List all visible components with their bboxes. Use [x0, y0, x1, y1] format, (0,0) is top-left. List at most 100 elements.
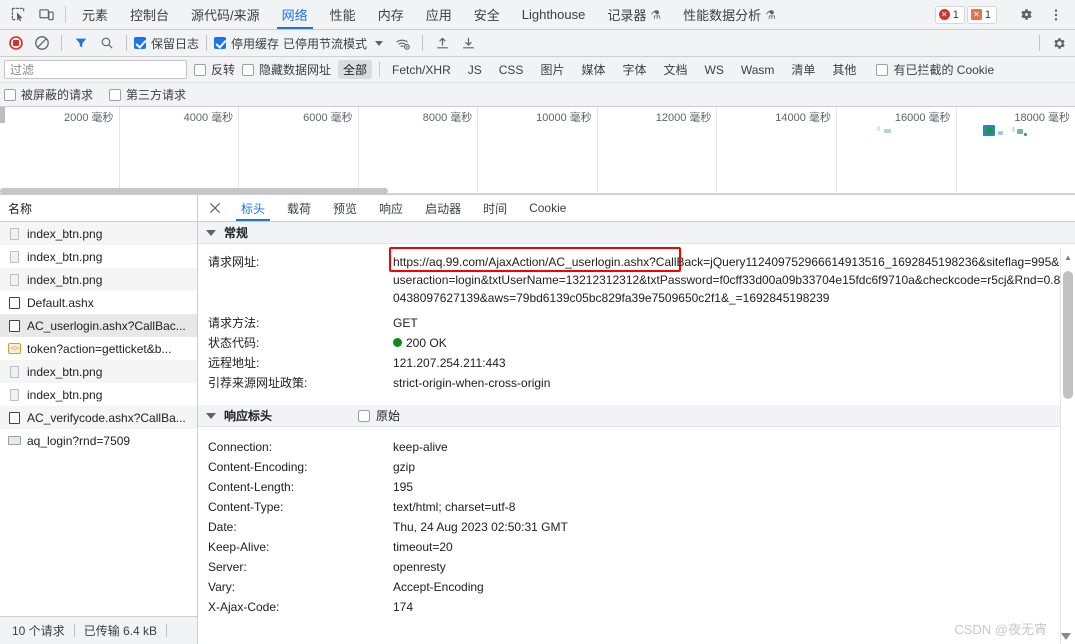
status-divider [166, 624, 168, 637]
tab-performance-insights[interactable]: 性能数据分析 ⚗ [672, 0, 787, 29]
network-toolbar: 保留日志 停用缓存 已停用节流模式 [0, 30, 1075, 57]
throttling-value[interactable]: 已停用节流模式 [281, 35, 367, 52]
clear-network-icon[interactable] [30, 32, 54, 54]
filter-funnel-icon[interactable] [69, 32, 93, 54]
checkbox-box[interactable] [358, 409, 371, 422]
third-party-requests-checkbox[interactable]: 第三方请求 [109, 86, 186, 103]
more-vertical-icon[interactable] [1042, 8, 1070, 22]
device-toolbar-icon[interactable] [32, 0, 60, 29]
filter-type-wasm[interactable]: Wasm [736, 62, 780, 78]
filter-type-fetch-xhr[interactable]: Fetch/XHR [387, 62, 456, 78]
invert-checkbox[interactable]: 反转 [194, 61, 235, 78]
tab-memory[interactable]: 内存 [367, 0, 415, 29]
scroll-up-arrow-icon[interactable]: ▲ [1061, 249, 1075, 265]
detail-vertical-scrollbar[interactable]: ▲ [1060, 249, 1075, 644]
request-row-9[interactable]: aq_login?rnd=7509 [0, 429, 197, 452]
close-icon[interactable] [200, 195, 230, 221]
document-file-icon [8, 319, 21, 332]
checkbox-box[interactable] [194, 63, 206, 76]
hide-data-urls-checkbox[interactable]: 隐藏数据网址 [242, 61, 331, 78]
checkbox-box[interactable] [876, 63, 889, 76]
document-file-icon [8, 296, 21, 309]
warning-count-badge[interactable]: ✕ 1 [966, 5, 997, 24]
chevron-down-icon[interactable] [206, 412, 216, 419]
overview-request-bar [876, 126, 880, 131]
tab-elements[interactable]: 元素 [71, 0, 119, 29]
filter-type-doc[interactable]: 文档 [658, 60, 692, 79]
blocked-requests-checkbox[interactable]: 被屏蔽的请求 [4, 86, 93, 103]
error-count-badge[interactable]: ✕ 1 [934, 5, 965, 24]
tab-payload[interactable]: 载荷 [276, 195, 322, 221]
export-har-icon[interactable] [456, 32, 480, 54]
network-overview-timeline[interactable]: 2000 毫秒 4000 毫秒 6000 毫秒 8000 毫秒 10000 毫秒… [0, 107, 1075, 195]
detail-tab-label: 响应 [379, 201, 404, 216]
request-row-8[interactable]: AC_verifycode.ashx?CallBa... [0, 406, 197, 429]
tab-timing[interactable]: 时间 [472, 195, 518, 221]
request-row-2[interactable]: index_btn.png [0, 268, 197, 291]
row-value: 121.207.254.211:443 [393, 356, 506, 370]
record-stop-icon[interactable] [4, 32, 28, 54]
request-list-header[interactable]: 名称 [0, 195, 197, 222]
checkbox-box[interactable] [242, 63, 255, 76]
request-row-6[interactable]: index_btn.png [0, 360, 197, 383]
header-value: Thu, 24 Aug 2023 02:50:31 GMT [393, 520, 568, 534]
raw-toggle-checkbox[interactable]: 原始 [358, 407, 400, 424]
filter-divider [379, 62, 381, 77]
filter-type-ws[interactable]: WS [700, 62, 729, 78]
gear-icon[interactable] [1012, 7, 1040, 22]
general-section-header[interactable]: 常规 [198, 222, 1075, 244]
filter-type-all[interactable]: 全部 [338, 60, 373, 79]
filter-type-other[interactable]: 其他 [827, 60, 861, 79]
checkbox-box[interactable] [4, 88, 16, 101]
tab-recorder[interactable]: 记录器 ⚗ [596, 0, 672, 29]
tab-security[interactable]: 安全 [463, 0, 511, 29]
tab-response[interactable]: 响应 [368, 195, 414, 221]
overview-horizontal-scrollbar[interactable] [0, 188, 388, 194]
blocked-cookies-label: 有已拦截的 Cookie [893, 63, 995, 77]
chevron-down-icon[interactable] [375, 40, 384, 46]
scrollbar-thumb[interactable] [1063, 271, 1073, 399]
response-headers-section-header[interactable]: 响应标头 原始 [198, 405, 1075, 427]
request-row-3[interactable]: Default.ashx [0, 291, 197, 314]
overview-left-handle[interactable] [0, 107, 5, 123]
checkbox-box[interactable] [109, 88, 122, 101]
warning-count: 1 [984, 8, 991, 21]
tab-cookies[interactable]: Cookie [518, 195, 577, 221]
tab-sources[interactable]: 源代码/来源 [180, 0, 271, 29]
blocked-cookies-checkbox[interactable]: 有已拦截的 Cookie [876, 61, 994, 78]
filter-type-js[interactable]: JS [463, 62, 487, 78]
header-key: Content-Encoding: [208, 460, 308, 474]
filter-type-css[interactable]: CSS [494, 62, 529, 78]
tab-initiator[interactable]: 启动器 [414, 195, 472, 221]
tab-lighthouse[interactable]: Lighthouse [511, 0, 597, 29]
filter-input[interactable] [4, 60, 187, 79]
inspect-element-icon[interactable] [4, 0, 32, 29]
scroll-down-arrow-icon[interactable] [1061, 633, 1071, 640]
network-settings-gear-icon[interactable] [1047, 32, 1071, 54]
request-row-4-selected[interactable]: AC_userlogin.ashx?CallBac... [0, 314, 197, 337]
tab-preview[interactable]: 预览 [322, 195, 368, 221]
network-conditions-icon[interactable] [391, 32, 415, 54]
import-har-icon[interactable] [430, 32, 454, 54]
tab-network[interactable]: 网络 [271, 0, 319, 29]
request-row-7[interactable]: index_btn.png [0, 383, 197, 406]
search-icon[interactable] [95, 32, 119, 54]
request-row-0[interactable]: index_btn.png [0, 222, 197, 245]
filter-type-font[interactable]: 字体 [617, 60, 651, 79]
checkbox-box[interactable] [134, 37, 146, 49]
filter-type-media[interactable]: 媒体 [576, 60, 610, 79]
tab-performance[interactable]: 性能 [319, 0, 367, 29]
filter-type-manifest[interactable]: 清单 [786, 60, 820, 79]
request-url-value[interactable]: https://aq.99.com/AjaxAction/AC_userlogi… [393, 255, 1074, 305]
tab-console[interactable]: 控制台 [119, 0, 180, 29]
preserve-log-checkbox[interactable]: 保留日志 [134, 35, 199, 52]
other-file-icon [8, 434, 21, 447]
tab-application[interactable]: 应用 [415, 0, 463, 29]
checkbox-box[interactable] [214, 37, 227, 49]
request-row-1[interactable]: index_btn.png [0, 245, 197, 268]
filter-type-img[interactable]: 图片 [535, 60, 569, 79]
disable-cache-checkbox[interactable]: 停用缓存 [214, 35, 279, 52]
request-row-5[interactable]: <> token?action=getticket&b... [0, 337, 197, 360]
chevron-down-icon[interactable] [206, 229, 216, 236]
tab-headers[interactable]: 标头 [230, 195, 276, 221]
